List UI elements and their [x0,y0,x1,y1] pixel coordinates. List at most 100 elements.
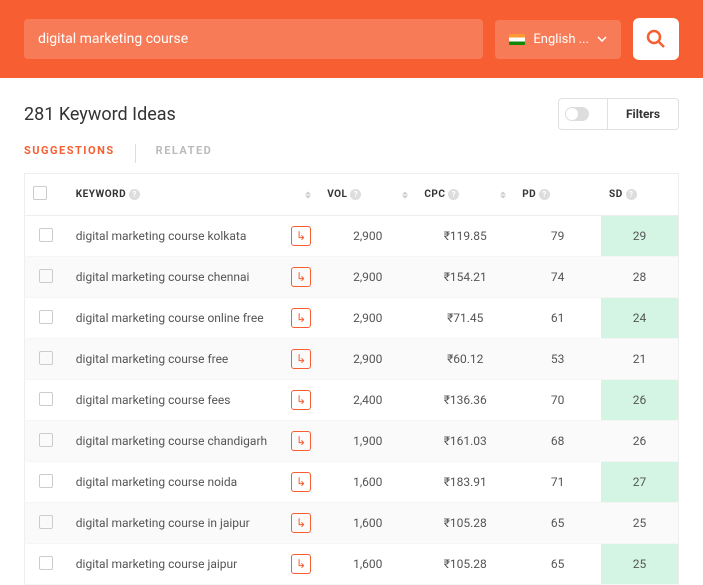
table-row: digital marketing course jaipur ↳ 1,600₹10… [25,544,679,585]
search-icon [646,29,666,49]
expand-button[interactable]: ↳ [291,554,311,574]
expand-button[interactable]: ↳ [291,226,311,246]
expand-button[interactable]: ↳ [291,390,311,410]
sort-icon [500,191,506,198]
pd-cell: 71 [514,462,601,503]
cpc-cell: ₹119.85 [416,216,514,257]
pd-cell: 74 [514,257,601,298]
keyword-text: digital marketing course chennai [76,270,250,284]
row-checkbox[interactable] [39,474,53,488]
expand-button[interactable]: ↳ [291,472,311,492]
sort-icon [402,191,408,198]
pd-cell: 79 [514,216,601,257]
pd-cell: 61 [514,298,601,339]
sd-cell: 25 [601,544,678,585]
column-cpc[interactable]: CPC? [416,174,514,216]
row-checkbox[interactable] [39,269,53,283]
row-checkbox[interactable] [39,515,53,529]
cpc-cell: ₹71.45 [416,298,514,339]
keyword-text: digital marketing course jaipur [76,557,237,571]
keyword-text: digital marketing course fees [76,393,231,407]
help-icon: ? [539,189,550,200]
pd-cell: 68 [514,421,601,462]
search-button[interactable] [633,18,679,60]
sd-cell: 25 [601,503,678,544]
row-checkbox[interactable] [39,351,53,365]
vol-cell: 2,900 [319,257,416,298]
language-label: English ... [533,32,589,47]
keyword-text: digital marketing course noida [76,475,237,489]
cpc-cell: ₹161.03 [416,421,514,462]
page-title: 281 Keyword Ideas [24,104,176,125]
keyword-text: digital marketing course kolkata [76,229,247,243]
sd-cell: 24 [601,298,678,339]
column-keyword[interactable]: KEYWORD? [68,174,319,216]
expand-button[interactable]: ↳ [291,267,311,287]
vol-cell: 2,900 [319,216,416,257]
keyword-table: KEYWORD? VOL? CPC? PD? SD? digital marke… [24,173,679,585]
sd-cell: 29 [601,216,678,257]
toggle-switch[interactable] [558,98,608,130]
keyword-text: digital marketing course online free [76,311,264,325]
expand-button[interactable]: ↳ [291,308,311,328]
expand-button[interactable]: ↳ [291,513,311,533]
help-icon: ? [350,189,361,200]
cpc-cell: ₹60.12 [416,339,514,380]
sd-cell: 26 [601,380,678,421]
help-icon: ? [129,189,140,200]
tab-related[interactable]: RELATED [135,144,213,163]
cpc-cell: ₹136.36 [416,380,514,421]
vol-cell: 2,900 [319,298,416,339]
vol-cell: 2,400 [319,380,416,421]
vol-cell: 2,900 [319,339,416,380]
table-row: digital marketing course free ↳ 2,900₹60.1… [25,339,679,380]
column-pd[interactable]: PD? [514,174,601,216]
vol-cell: 1,600 [319,462,416,503]
select-all-checkbox[interactable] [33,186,47,200]
flag-icon [509,34,525,45]
table-row: digital marketing course noida ↳ 1,600₹183… [25,462,679,503]
tab-suggestions[interactable]: SUGGESTIONS [24,144,115,163]
keyword-text: digital marketing course free [76,352,229,366]
sd-cell: 26 [601,421,678,462]
expand-button[interactable]: ↳ [291,431,311,451]
sd-cell: 21 [601,339,678,380]
filters-button[interactable]: Filters [608,98,679,130]
table-row: digital marketing course online free ↳ 2,9… [25,298,679,339]
table-row: digital marketing course chennai ↳ 2,900₹1… [25,257,679,298]
pd-cell: 53 [514,339,601,380]
expand-button[interactable]: ↳ [291,349,311,369]
vol-cell: 1,900 [319,421,416,462]
help-icon: ? [626,189,637,200]
row-checkbox[interactable] [39,392,53,406]
search-input[interactable] [24,19,483,59]
search-bar: English ... [0,0,703,78]
cpc-cell: ₹183.91 [416,462,514,503]
row-checkbox[interactable] [39,310,53,324]
pd-cell: 70 [514,380,601,421]
table-row: digital marketing course fees ↳ 2,400₹136.… [25,380,679,421]
vol-cell: 1,600 [319,544,416,585]
pd-cell: 65 [514,544,601,585]
sd-cell: 27 [601,462,678,503]
chevron-down-icon [597,36,607,42]
vol-cell: 1,600 [319,503,416,544]
cpc-cell: ₹105.28 [416,544,514,585]
row-checkbox[interactable] [39,556,53,570]
keyword-text: digital marketing course chandigarh [76,434,267,448]
row-checkbox[interactable] [39,228,53,242]
row-checkbox[interactable] [39,433,53,447]
table-row: digital marketing course kolkata ↳ 2,900₹1… [25,216,679,257]
keyword-text: digital marketing course in jaipur [76,516,250,530]
pd-cell: 65 [514,503,601,544]
column-sd[interactable]: SD? [601,174,678,216]
table-row: digital marketing course chandigarh ↳ 1,90… [25,421,679,462]
help-icon: ? [448,189,459,200]
sd-cell: 28 [601,257,678,298]
cpc-cell: ₹154.21 [416,257,514,298]
table-row: digital marketing course in jaipur ↳ 1,600… [25,503,679,544]
sort-icon [305,191,311,198]
cpc-cell: ₹105.28 [416,503,514,544]
column-vol[interactable]: VOL? [319,174,416,216]
language-selector[interactable]: English ... [495,20,621,59]
